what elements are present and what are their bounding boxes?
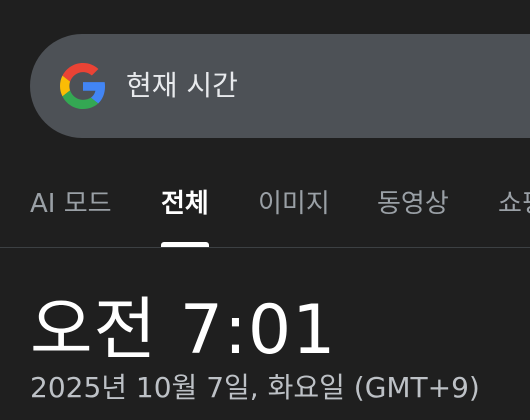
tabs-divider (0, 247, 530, 248)
search-input[interactable]: 현재 시간 (126, 66, 238, 106)
tab-videos[interactable]: 동영상 (377, 186, 449, 222)
search-bar[interactable]: 현재 시간 (30, 34, 530, 138)
google-g-icon[interactable] (60, 63, 106, 109)
current-date: 2025년 10월 7일, 화요일 (GMT+9) (30, 371, 480, 404)
current-time: 오전 7:01 (30, 291, 337, 370)
search-tabs: AI 모드 전체 이미지 동영상 쇼핑 (0, 178, 530, 248)
tab-shopping[interactable]: 쇼핑 (498, 186, 530, 222)
tab-images[interactable]: 이미지 (258, 186, 330, 222)
tab-ai-mode[interactable]: AI 모드 (30, 186, 112, 222)
tab-all[interactable]: 전체 (161, 186, 209, 222)
search-results-page: 현재 시간 AI 모드 전체 이미지 동영상 쇼핑 오전 7:01 2025년 … (0, 0, 530, 420)
